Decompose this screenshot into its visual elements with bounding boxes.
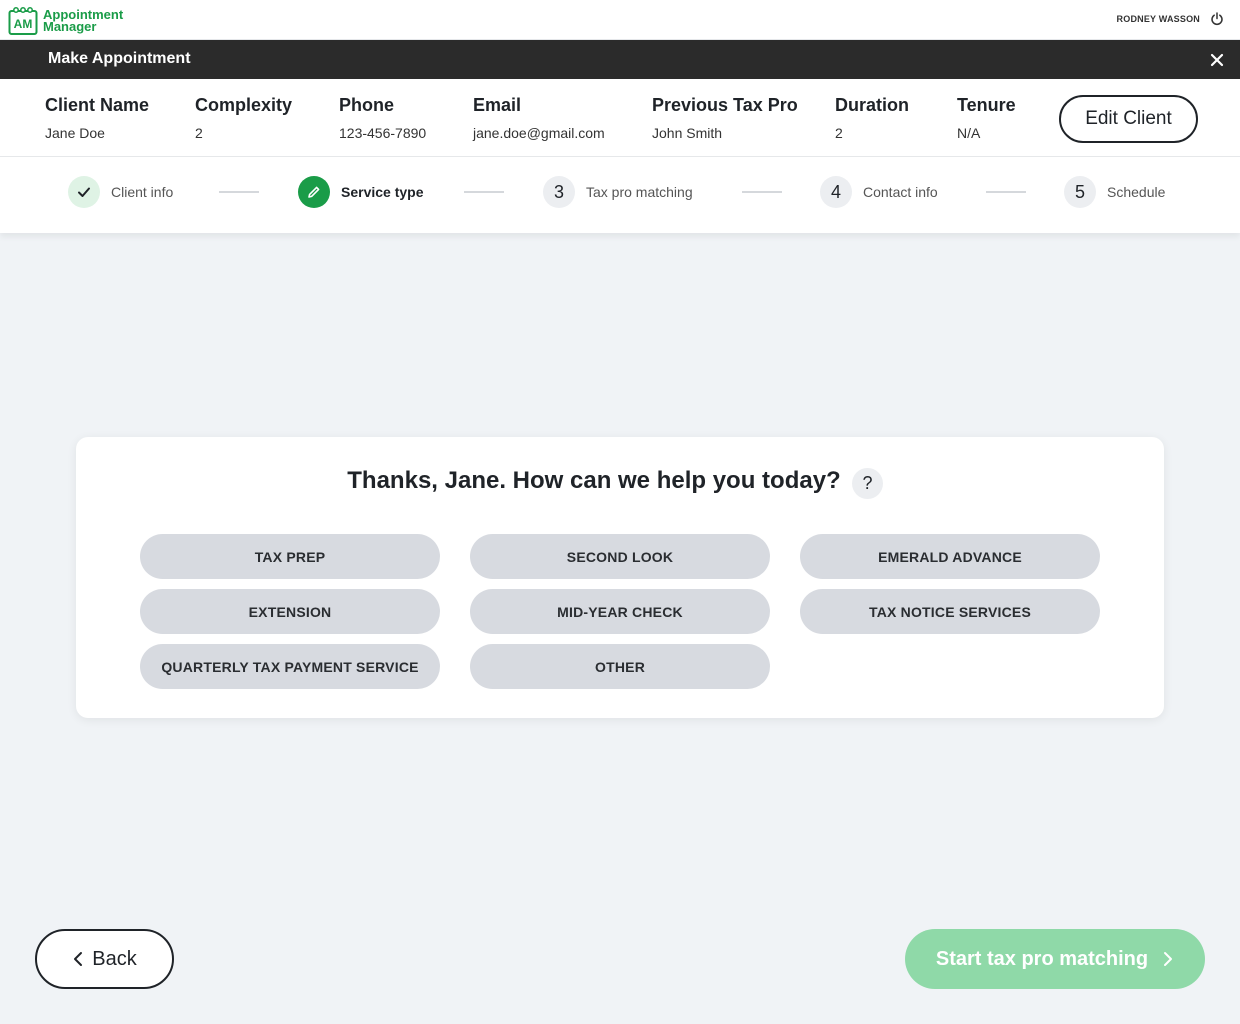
service-second-look[interactable]: SECOND LOOK bbox=[470, 534, 770, 579]
complexity-value: 2 bbox=[195, 125, 203, 141]
previous-tax-pro-value: John Smith bbox=[652, 125, 723, 141]
app-bar: AM Appointment Manager RODNEY WASSON bbox=[0, 0, 1240, 40]
step-service-type[interactable]: Service type bbox=[298, 176, 424, 208]
calendar-logo-icon: AM bbox=[8, 6, 38, 36]
service-type-card: Thanks, Jane. How can we help you today?… bbox=[76, 437, 1164, 718]
step-divider bbox=[742, 191, 782, 193]
duration-field: Duration 2 bbox=[835, 95, 909, 141]
logo-line-2: Manager bbox=[43, 19, 97, 34]
client-name-field: Client Name Jane Doe bbox=[45, 95, 149, 141]
service-tax-prep[interactable]: TAX PREP bbox=[140, 534, 440, 579]
client-name-label: Client Name bbox=[45, 95, 150, 115]
step-4-label: Contact info bbox=[863, 184, 938, 200]
step-3-label: Tax pro matching bbox=[586, 184, 693, 200]
previous-tax-pro-field: Previous Tax Pro John Smith bbox=[652, 95, 798, 141]
pencil-icon bbox=[308, 186, 320, 198]
start-tax-pro-matching-button[interactable]: Start tax pro matching bbox=[905, 929, 1205, 989]
step-schedule[interactable]: 5 Schedule bbox=[1064, 176, 1165, 208]
step-divider bbox=[986, 191, 1026, 193]
step-3-circle: 3 bbox=[543, 176, 575, 208]
logo-text: Appointment Manager bbox=[43, 8, 123, 34]
tenure-label: Tenure bbox=[957, 95, 1016, 115]
service-quarterly-tax-payment[interactable]: QUARTERLY TAX PAYMENT SERVICE bbox=[140, 644, 440, 689]
tenure-value: N/A bbox=[957, 125, 981, 141]
phone-label: Phone bbox=[339, 95, 395, 115]
step-1-circle bbox=[68, 176, 100, 208]
step-contact-info[interactable]: 4 Contact info bbox=[820, 176, 938, 208]
step-1-label: Client info bbox=[111, 184, 174, 200]
tenure-field: Tenure N/A bbox=[957, 95, 1016, 141]
email-label: Email bbox=[473, 95, 522, 115]
progress-steps: Client info Service type 3 Tax pro match… bbox=[0, 157, 1240, 233]
phone-value: 123-456-7890 bbox=[339, 125, 427, 141]
edit-client-button[interactable]: Edit Client bbox=[1059, 95, 1198, 143]
service-mid-year-check[interactable]: MID-YEAR CHECK bbox=[470, 589, 770, 634]
service-tax-notice-services[interactable]: TAX NOTICE SERVICES bbox=[800, 589, 1100, 634]
modal-header: Make Appointment bbox=[0, 40, 1240, 79]
service-other[interactable]: OTHER bbox=[470, 644, 770, 689]
phone-field: Phone 123-456-7890 bbox=[339, 95, 426, 141]
chevron-right-icon bbox=[1164, 952, 1173, 966]
duration-label: Duration bbox=[835, 95, 909, 115]
app-logo[interactable]: AM Appointment Manager bbox=[8, 6, 123, 36]
email-field: Email jane.doe@gmail.com bbox=[473, 95, 605, 141]
service-extension[interactable]: EXTENSION bbox=[140, 589, 440, 634]
step-client-info[interactable]: Client info bbox=[68, 176, 173, 208]
modal-title: Make Appointment bbox=[48, 50, 191, 67]
complexity-label: Complexity bbox=[195, 95, 293, 115]
complexity-field: Complexity 2 bbox=[195, 95, 292, 141]
step-divider bbox=[219, 191, 259, 193]
step-2-label: Service type bbox=[341, 184, 424, 200]
user-area: RODNEY WASSON bbox=[1117, 12, 1224, 26]
chevron-left-icon bbox=[74, 952, 83, 966]
step-tax-pro-matching[interactable]: 3 Tax pro matching bbox=[543, 176, 693, 208]
user-name: RODNEY WASSON bbox=[1116, 14, 1200, 24]
close-icon[interactable] bbox=[1208, 51, 1226, 69]
step-5-label: Schedule bbox=[1107, 184, 1166, 200]
step-2-circle bbox=[298, 176, 330, 208]
email-value: jane.doe@gmail.com bbox=[473, 125, 605, 141]
back-button[interactable]: Back bbox=[35, 929, 174, 989]
previous-tax-pro-label: Previous Tax Pro bbox=[652, 95, 798, 115]
service-emerald-advance[interactable]: EMERALD ADVANCE bbox=[800, 534, 1100, 579]
duration-value: 2 bbox=[835, 125, 843, 141]
power-icon[interactable] bbox=[1210, 12, 1224, 26]
help-button[interactable]: ? bbox=[852, 468, 883, 499]
next-button-label: Start tax pro matching bbox=[935, 947, 1149, 970]
checkmark-icon bbox=[78, 187, 90, 197]
step-divider bbox=[464, 191, 504, 193]
client-name-value: Jane Doe bbox=[45, 125, 105, 141]
client-summary: Client Name Jane Doe Complexity 2 Phone … bbox=[0, 79, 1240, 157]
card-title-text: Thanks, Jane. How can we help you today? bbox=[347, 467, 841, 494]
back-button-label: Back bbox=[92, 947, 137, 970]
step-5-circle: 5 bbox=[1064, 176, 1096, 208]
card-title: Thanks, Jane. How can we help you today? bbox=[76, 467, 1164, 495]
step-4-circle: 4 bbox=[820, 176, 852, 208]
logo-abbr: AM bbox=[14, 17, 33, 31]
